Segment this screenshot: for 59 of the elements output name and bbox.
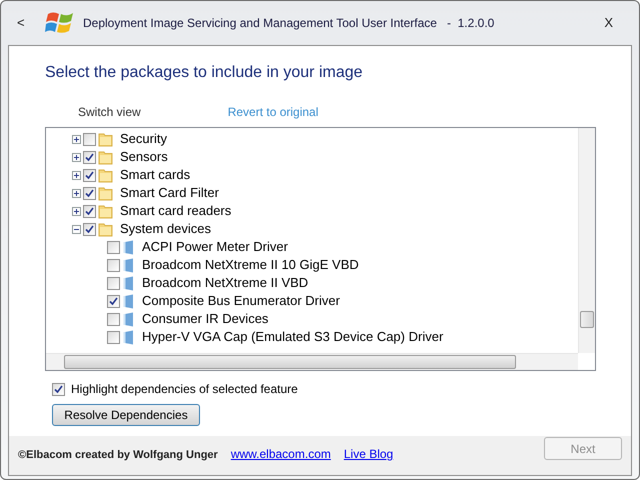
checkbox[interactable] (52, 382, 65, 396)
checkmark-icon (54, 384, 63, 394)
checkbox[interactable] (107, 312, 120, 326)
document-icon (123, 240, 135, 254)
checkbox[interactable] (107, 294, 120, 308)
folder-icon (98, 150, 113, 164)
expand-icon[interactable] (72, 188, 81, 198)
highlight-label: Highlight dependencies of selected feature (71, 381, 298, 398)
checkbox[interactable] (107, 276, 120, 290)
checkbox[interactable] (83, 204, 96, 218)
horizontal-scrollbar[interactable] (46, 353, 578, 370)
folder-icon (98, 132, 113, 146)
resolve-dependencies-button[interactable]: Resolve Dependencies (52, 404, 200, 426)
tree-item[interactable]: Sensors (120, 147, 168, 167)
folder-icon (98, 168, 113, 182)
scrollbar-thumb[interactable] (64, 355, 516, 369)
tree-item[interactable]: Hyper-V VGA Cap (Emulated S3 Device Cap) Driver (142, 327, 444, 347)
checkbox[interactable] (107, 240, 120, 254)
checkbox[interactable] (83, 222, 96, 236)
checkbox[interactable] (83, 186, 96, 200)
expand-icon[interactable] (72, 134, 81, 144)
footer-link[interactable]: www.elbacom.com (230, 445, 331, 463)
back-button[interactable]: < (17, 13, 29, 33)
tree-item[interactable]: Security (120, 129, 167, 149)
folder-icon (98, 222, 113, 236)
document-icon (123, 258, 135, 272)
checkbox[interactable] (83, 168, 96, 182)
expand-icon[interactable] (72, 170, 81, 180)
folder-icon (98, 204, 113, 218)
page-heading: Select the packages to include in your image (45, 63, 364, 83)
tree-item[interactable]: Consumer IR Devices (142, 309, 268, 329)
tree-item[interactable]: System devices (120, 219, 212, 239)
tree-item[interactable]: Smart card readers (120, 201, 232, 221)
folder-icon (98, 186, 113, 200)
checkbox[interactable] (83, 132, 96, 146)
checkbox[interactable] (107, 258, 120, 272)
tree-item[interactable]: Smart Card Filter (120, 183, 219, 203)
document-icon (123, 276, 135, 290)
tree-item[interactable]: ACPI Power Meter Driver (142, 237, 288, 257)
footer-link[interactable]: Live Blog (344, 445, 394, 463)
document-icon (123, 294, 135, 308)
credit-text: ©Elbacom created by Wolfgang Unger (18, 448, 218, 462)
switch-view-link[interactable]: Switch view (78, 103, 141, 121)
collapse-icon[interactable] (72, 224, 81, 234)
expand-icon[interactable] (72, 152, 81, 162)
close-button[interactable]: X (604, 13, 613, 33)
expand-icon[interactable] (72, 206, 81, 216)
window-title: Deployment Image Servicing and Management Tool User Interface - 1.2.0.0 (83, 15, 494, 32)
scrollbar-thumb[interactable] (580, 311, 594, 328)
document-icon (123, 330, 135, 344)
vertical-scrollbar[interactable] (578, 128, 595, 353)
checkbox[interactable] (83, 150, 96, 164)
document-icon (123, 312, 135, 326)
tree-item[interactable]: Composite Bus Enumerator Driver (142, 291, 340, 311)
checkmark-icon (109, 296, 118, 306)
tree-item[interactable]: Broadcom NetXtreme II 10 GigE VBD (142, 255, 359, 275)
tree-item[interactable]: Broadcom NetXtreme II VBD (142, 273, 308, 293)
tree-item[interactable]: Smart cards (120, 165, 190, 185)
checkbox[interactable] (107, 330, 120, 344)
